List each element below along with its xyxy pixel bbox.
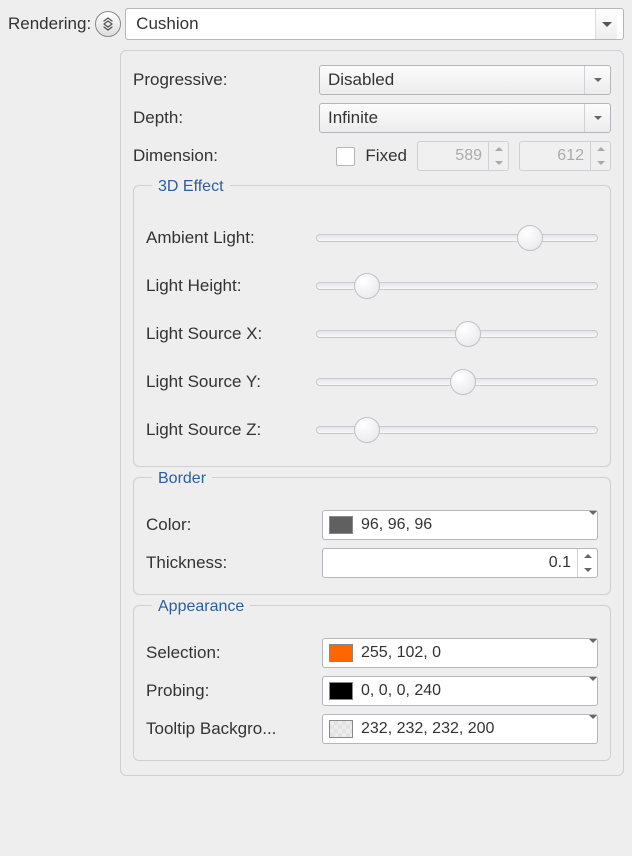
group-appearance: Appearance Selection: 255, 102, 0 Probin… (133, 605, 611, 761)
light-height-label: Light Height: (146, 276, 316, 296)
dimension-label: Dimension: (133, 146, 313, 166)
rendering-label: Rendering: (8, 14, 91, 34)
border-thickness-label: Thickness: (146, 553, 316, 573)
spinner-down-icon (578, 563, 597, 577)
light-source-y-label: Light Source Y: (146, 372, 316, 392)
border-thickness-value: 0.1 (331, 554, 577, 572)
border-color-label: Color: (146, 515, 316, 535)
depth-select[interactable]: Infinite (319, 103, 611, 133)
border-color-select[interactable]: 96, 96, 96 (322, 510, 598, 540)
probing-color-select[interactable]: 0, 0, 0, 240 (322, 676, 598, 706)
chevron-down-icon (584, 66, 610, 94)
progressive-select[interactable]: Disabled (319, 65, 611, 95)
tooltip-bg-select[interactable]: 232, 232, 232, 200 (322, 714, 598, 744)
tooltip-bg-swatch (329, 720, 353, 738)
selection-color-select[interactable]: 255, 102, 0 (322, 638, 598, 668)
legend-appearance: Appearance (152, 598, 250, 616)
light-source-z-label: Light Source Z: (146, 420, 316, 440)
tooltip-bg-label: Tooltip Backgro... (146, 719, 316, 739)
spinner-up-icon (578, 549, 597, 563)
slider-thumb[interactable] (455, 321, 481, 347)
chevron-down-icon (584, 104, 610, 132)
dimension-width-value: 589 (426, 147, 488, 165)
dimension-height-spinner[interactable]: 612 (519, 141, 611, 171)
light-height-slider[interactable] (316, 275, 598, 297)
border-color-value: 96, 96, 96 (361, 516, 581, 534)
dimension-width-spinner[interactable]: 589 (417, 141, 509, 171)
probing-color-swatch (329, 682, 353, 700)
group-border: Border Color: 96, 96, 96 Thickness: 0.1 (133, 477, 611, 595)
light-source-x-label: Light Source X: (146, 324, 316, 344)
selection-color-label: Selection: (146, 643, 316, 663)
dimension-height-value: 612 (528, 147, 590, 165)
depth-value: Infinite (328, 108, 378, 128)
border-thickness-spinner[interactable]: 0.1 (322, 548, 598, 578)
selection-color-swatch (329, 644, 353, 662)
light-source-y-slider[interactable] (316, 371, 598, 393)
rendering-select[interactable]: Cushion (125, 8, 624, 40)
ambient-light-label: Ambient Light: (146, 228, 316, 248)
spinner-down-icon (489, 156, 508, 170)
probing-color-value: 0, 0, 0, 240 (361, 682, 581, 700)
dimension-fixed-label: Fixed (365, 146, 407, 166)
chevron-down-icon (589, 515, 597, 535)
chevron-down-icon (595, 9, 617, 39)
chevron-down-icon (589, 681, 597, 701)
border-color-swatch (329, 516, 353, 534)
spinner-up-icon (489, 142, 508, 156)
rendering-options-panel: Progressive: Disabled Depth: Infinite Di… (120, 50, 624, 776)
slider-thumb[interactable] (354, 273, 380, 299)
tooltip-bg-value: 232, 232, 232, 200 (361, 720, 581, 738)
rendering-select-value: Cushion (136, 14, 198, 34)
progressive-value: Disabled (328, 70, 394, 90)
slider-thumb[interactable] (450, 369, 476, 395)
spinner-up-icon (591, 142, 610, 156)
light-source-z-slider[interactable] (316, 419, 598, 441)
group-3d-effect: 3D Effect Ambient Light: Light Height: L… (133, 185, 611, 467)
chevron-down-icon (589, 719, 597, 739)
expand-collapse-button[interactable] (95, 11, 121, 37)
probing-color-label: Probing: (146, 681, 316, 701)
slider-thumb[interactable] (517, 225, 543, 251)
spinner-down-icon (591, 156, 610, 170)
chevron-down-icon (589, 643, 597, 663)
ambient-light-slider[interactable] (316, 227, 598, 249)
progressive-label: Progressive: (133, 70, 313, 90)
dimension-fixed-checkbox[interactable] (336, 147, 355, 166)
selection-color-value: 255, 102, 0 (361, 644, 581, 662)
depth-label: Depth: (133, 108, 313, 128)
legend-border: Border (152, 470, 212, 488)
legend-3d-effect: 3D Effect (152, 178, 230, 196)
light-source-x-slider[interactable] (316, 323, 598, 345)
slider-thumb[interactable] (354, 417, 380, 443)
